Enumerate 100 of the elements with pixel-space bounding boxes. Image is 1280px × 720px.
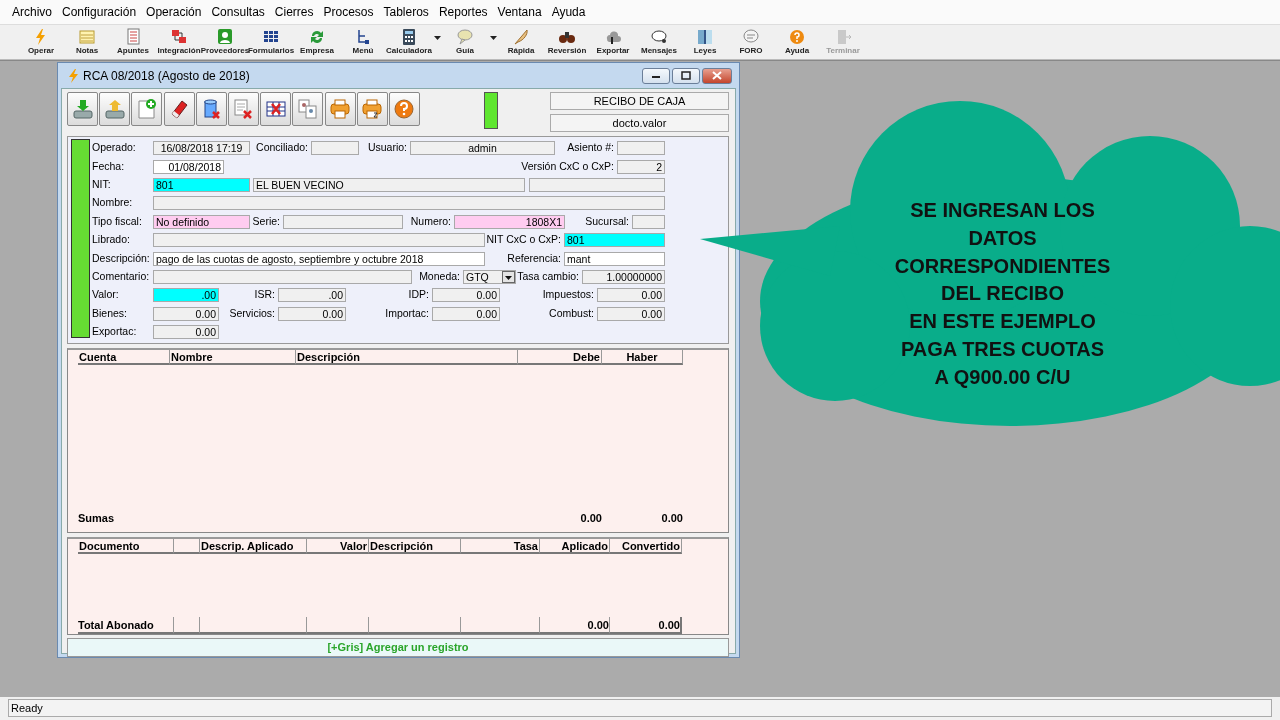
toolbar-button[interactable]: Menú <box>340 25 386 59</box>
input-field[interactable] <box>153 233 485 248</box>
toolbar-button[interactable]: Rápida <box>498 25 544 59</box>
currency-select[interactable]: GTQ <box>463 269 516 284</box>
menu-item[interactable]: Ayuda <box>547 3 590 21</box>
input-field[interactable]: 1.00000000 <box>582 269 665 284</box>
toolbar-button[interactable]: FORO <box>728 25 774 59</box>
minimize-button[interactable] <box>642 67 670 84</box>
toolbar-button[interactable]: Ayuda <box>774 25 820 59</box>
input-field[interactable] <box>153 196 665 211</box>
delete-button[interactable] <box>227 92 259 126</box>
input-field[interactable]: 0.00 <box>153 306 219 321</box>
input-field[interactable]: .00 <box>278 288 346 303</box>
input-field[interactable]: pago de las cuotas de agosto, septiembre y octubre 2018 <box>153 251 485 266</box>
column-header[interactable]: Tasa <box>461 539 540 554</box>
help-button[interactable] <box>388 92 420 126</box>
column-header[interactable]: Descripción <box>296 350 518 365</box>
toolbar-button[interactable]: Integración <box>156 25 202 59</box>
column-header[interactable]: Descripción <box>369 539 461 554</box>
notepad-icon <box>78 28 96 46</box>
total-value: 0.00 <box>661 512 683 524</box>
print-button[interactable] <box>356 92 388 126</box>
input-field[interactable]: 0.00 <box>153 325 219 340</box>
caret-icon[interactable] <box>433 36 441 40</box>
column-header[interactable]: Valor <box>307 539 369 554</box>
toolbar-button[interactable]: Notas <box>64 25 110 59</box>
menu-item[interactable]: Configuración <box>58 3 141 21</box>
input-field[interactable]: 801 <box>564 233 665 248</box>
toolbar-button[interactable]: Calculadora <box>386 25 432 59</box>
field-label: Sucursal: <box>585 214 629 227</box>
column-header[interactable]: Documento <box>78 539 174 554</box>
edit-button[interactable] <box>163 92 195 126</box>
input-field[interactable] <box>153 269 412 284</box>
input-field[interactable] <box>529 177 665 192</box>
save-button[interactable] <box>67 92 98 126</box>
field-label: Usuario: <box>367 141 407 154</box>
input-field[interactable]: 801 <box>153 177 250 192</box>
total-value: 0.00 <box>580 512 602 524</box>
toolbar-button[interactable]: Guía <box>442 25 488 59</box>
maximize-button[interactable] <box>672 67 700 84</box>
menu-item[interactable]: Reportes <box>434 3 492 21</box>
menu-item[interactable]: Cierres <box>270 3 318 21</box>
input-field[interactable]: 0.00 <box>432 288 500 303</box>
printer-icon <box>329 98 351 120</box>
menu-item[interactable]: Ventana <box>493 3 546 21</box>
toolbar-button[interactable]: Exportar <box>590 25 636 59</box>
input-field[interactable]: No definido <box>153 214 250 229</box>
field-label: IDP: <box>408 288 429 301</box>
input-field[interactable]: 0.00 <box>278 306 346 321</box>
column-header[interactable]: Nombre <box>170 350 296 365</box>
toolbar-button[interactable]: Operar <box>18 25 64 59</box>
status-indicator <box>484 92 499 129</box>
input-field[interactable] <box>311 141 359 156</box>
column-header[interactable]: Descrip. Aplicado <box>200 539 307 554</box>
close-button[interactable] <box>702 67 732 84</box>
field-label: Bienes: <box>92 306 128 319</box>
copy-button[interactable] <box>292 92 324 126</box>
window-title: RCA 08/2018 (Agosto de 2018) <box>83 67 250 85</box>
input-field[interactable]: 0.00 <box>432 306 500 321</box>
column-header[interactable]: Cuenta <box>78 350 170 365</box>
input-field[interactable] <box>617 141 665 156</box>
new-button[interactable] <box>131 92 163 126</box>
toolbar-button[interactable]: Formularios <box>248 25 294 59</box>
menu-item[interactable]: Archivo <box>8 3 56 21</box>
toolbar-button[interactable]: Proveedores <box>202 25 248 59</box>
input-field[interactable]: .00 <box>153 288 219 303</box>
speech-bubble-icon <box>456 28 474 46</box>
delete-row-button[interactable] <box>260 92 292 126</box>
field-label: Serie: <box>252 214 280 227</box>
input-field[interactable] <box>283 214 403 229</box>
input-field[interactable]: 0.00 <box>597 288 665 303</box>
input-field[interactable] <box>632 214 665 229</box>
input-field[interactable]: 0.00 <box>597 306 665 321</box>
toolbar-button[interactable]: Apuntes <box>110 25 156 59</box>
column-header[interactable]: Haber <box>602 350 683 365</box>
input-field[interactable]: 1808X1 <box>454 214 565 229</box>
lightning-icon <box>67 68 79 83</box>
menu-item[interactable]: Tableros <box>379 3 433 21</box>
toolbar-button[interactable]: Leyes <box>682 25 728 59</box>
toolbar-button[interactable]: Mensajes <box>636 25 682 59</box>
toolbar-button[interactable]: Empresa <box>294 25 340 59</box>
delete-button[interactable] <box>195 92 227 126</box>
input-field[interactable]: mant <box>564 251 665 266</box>
menu-item[interactable]: Consultas <box>207 3 269 21</box>
input-field[interactable]: 16/08/2018 17:19 <box>153 141 250 156</box>
upload-button[interactable] <box>99 92 131 126</box>
toolbar-button[interactable]: Reversión <box>544 25 590 59</box>
input-field[interactable]: EL BUEN VECINO <box>253 177 525 192</box>
menu-item[interactable]: Procesos <box>319 3 378 21</box>
caret-icon[interactable] <box>489 36 497 40</box>
input-field[interactable]: admin <box>410 141 555 156</box>
column-header[interactable]: Convertido <box>610 539 682 554</box>
input-field[interactable]: 01/08/2018 <box>153 159 224 174</box>
status-text: Ready <box>8 699 1272 717</box>
column-header[interactable]: Debe <box>518 350 602 365</box>
menu-item[interactable]: Operación <box>142 3 206 21</box>
input-field[interactable]: 2 <box>617 159 665 174</box>
close-icon <box>710 70 724 81</box>
print-button[interactable] <box>324 92 356 126</box>
column-header[interactable]: Aplicado <box>540 539 610 554</box>
